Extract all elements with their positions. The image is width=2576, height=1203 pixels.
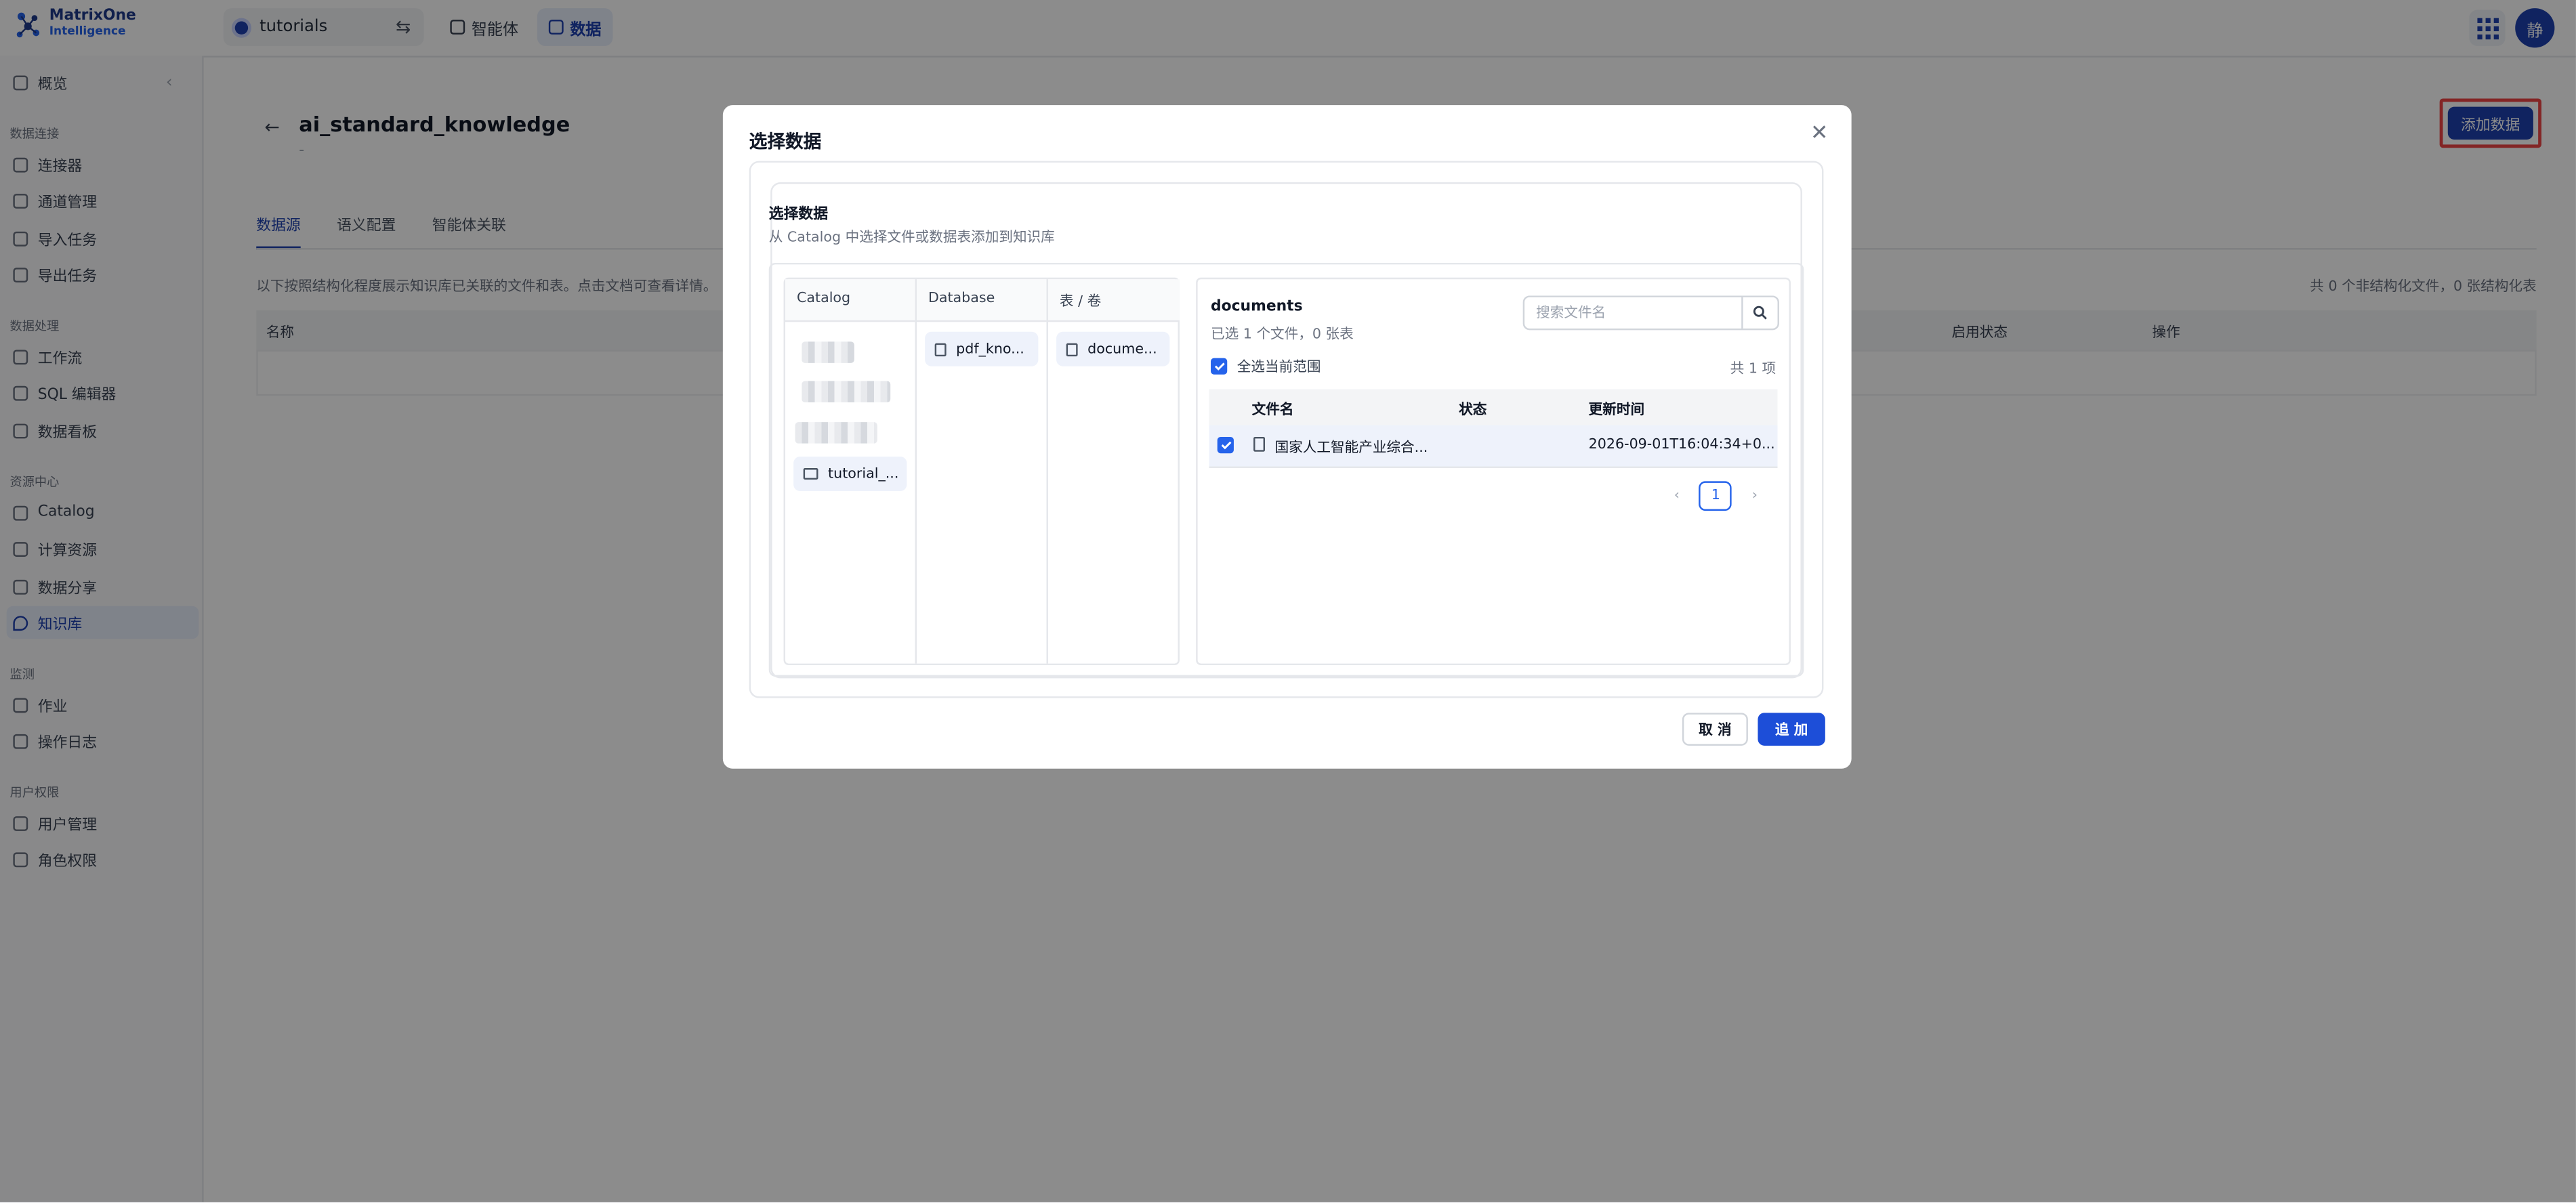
select-data-modal: 选择数据 ✕ 选择数据 从 Catalog 中选择文件或数据表添加到知识库 Ca… [722, 105, 1852, 769]
column-header: 表 / 卷 [1047, 279, 1180, 322]
column-header: 更新时间 [1588, 402, 1645, 419]
redacted-item [802, 381, 891, 403]
table-column: 表 / 卷 docume... [1047, 279, 1180, 663]
database-item[interactable]: pdf_kno... [925, 331, 1039, 366]
file-list-panel: documents 已选 1 个文件，0 张表 全选当前范围 共 1 项 文件名… [1196, 277, 1791, 666]
table-row[interactable]: 国家人工智能产业综合... 2026-09-01T16:04:34+0... [1209, 425, 1778, 469]
row-checkbox[interactable] [1217, 436, 1234, 454]
catalog-browser: Catalog tutorial_... Database pdf_kno...… [783, 277, 1180, 666]
append-button[interactable]: 追 加 [1758, 713, 1825, 746]
file-search [1522, 295, 1779, 331]
database-column: Database pdf_kno... [916, 279, 1048, 664]
database-icon [934, 342, 947, 356]
column-header: 状态 [1459, 402, 1487, 419]
check-icon [1211, 358, 1228, 375]
close-icon[interactable]: ✕ [1810, 121, 1828, 146]
file-name: 国家人工智能产业综合... [1274, 440, 1428, 457]
next-page-icon[interactable]: › [1752, 488, 1758, 504]
column-header: Catalog [785, 279, 915, 322]
select-all-label: 全选当前范围 [1237, 360, 1321, 377]
database-item-label: pdf_kno... [956, 341, 1024, 358]
prev-page-icon[interactable]: ‹ [1674, 488, 1680, 504]
section-title: 选择数据 [768, 207, 829, 224]
column-header: Database [916, 279, 1047, 322]
table-item[interactable]: docume... [1056, 331, 1170, 366]
catalog-column: Catalog tutorial_... [785, 279, 917, 664]
modal-title: 选择数据 [749, 131, 822, 153]
pagination: ‹ 1 › [1674, 481, 1758, 511]
catalog-item-label: tutorial_... [828, 465, 899, 482]
catalog-item[interactable]: tutorial_... [793, 457, 907, 491]
page-number[interactable]: 1 [1699, 481, 1732, 511]
folder-icon [803, 468, 818, 480]
column-header: 文件名 [1251, 402, 1294, 419]
selection-summary: 已选 1 个文件，0 张表 [1211, 326, 1354, 343]
redacted-item [795, 422, 877, 444]
select-all-checkbox[interactable]: 全选当前范围 [1211, 356, 1321, 376]
cancel-button[interactable]: 取 消 [1682, 713, 1748, 746]
file-table-header: 文件名 状态 更新时间 [1209, 389, 1778, 425]
table-item-label: docume... [1087, 341, 1157, 358]
table-icon [1066, 342, 1078, 356]
redacted-item [802, 341, 854, 363]
search-icon[interactable] [1741, 297, 1777, 329]
file-icon [1253, 436, 1266, 452]
total-count: 共 1 项 [1730, 361, 1777, 378]
file-updated: 2026-09-01T16:04:34+0... [1588, 436, 1775, 454]
section-subtitle: 从 Catalog 中选择文件或数据表添加到知识库 [768, 230, 1055, 247]
search-input[interactable] [1524, 297, 1743, 329]
folder-title: documents [1211, 299, 1303, 316]
